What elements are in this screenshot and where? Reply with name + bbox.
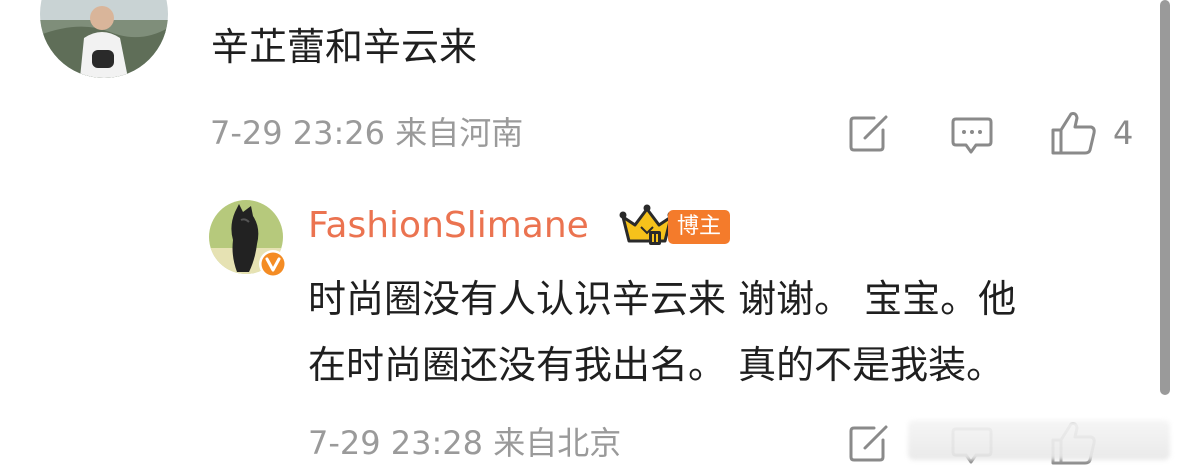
comment-text: 辛芷蕾和辛云来 <box>211 25 478 69</box>
blurred-watermark <box>908 420 1170 460</box>
verified-icon <box>259 250 287 278</box>
reply-text-line-1: 时尚圈没有人认识辛云来 谢谢。 宝宝。他 <box>308 277 1017 321</box>
comment-meta: 7-29 23:26 来自河南 <box>210 113 523 153</box>
reply-meta: 7-29 23:28 来自北京 <box>308 423 621 463</box>
reply-location: 来自北京 <box>493 424 622 462</box>
reply-username[interactable]: FashionSlimane <box>308 203 589 249</box>
scrollbar[interactable] <box>1160 0 1170 395</box>
comment-location: 来自河南 <box>395 114 524 152</box>
repost-icon[interactable] <box>848 114 892 154</box>
crown-icon <box>619 204 675 245</box>
host-badge: 博主 <box>668 210 730 244</box>
comment-time: 7-29 23:26 <box>210 114 386 152</box>
avatar-image <box>40 0 168 78</box>
avatar[interactable] <box>40 0 168 78</box>
reply-repost-icon[interactable] <box>848 424 892 464</box>
comment-icon[interactable] <box>950 116 994 156</box>
like-icon[interactable] <box>1050 110 1098 156</box>
reply-text-line-2: 在时尚圈还没有我出名。 真的不是我装。 <box>308 343 1005 387</box>
like-count: 4 <box>1113 114 1134 152</box>
reply-time: 7-29 23:28 <box>308 424 484 462</box>
